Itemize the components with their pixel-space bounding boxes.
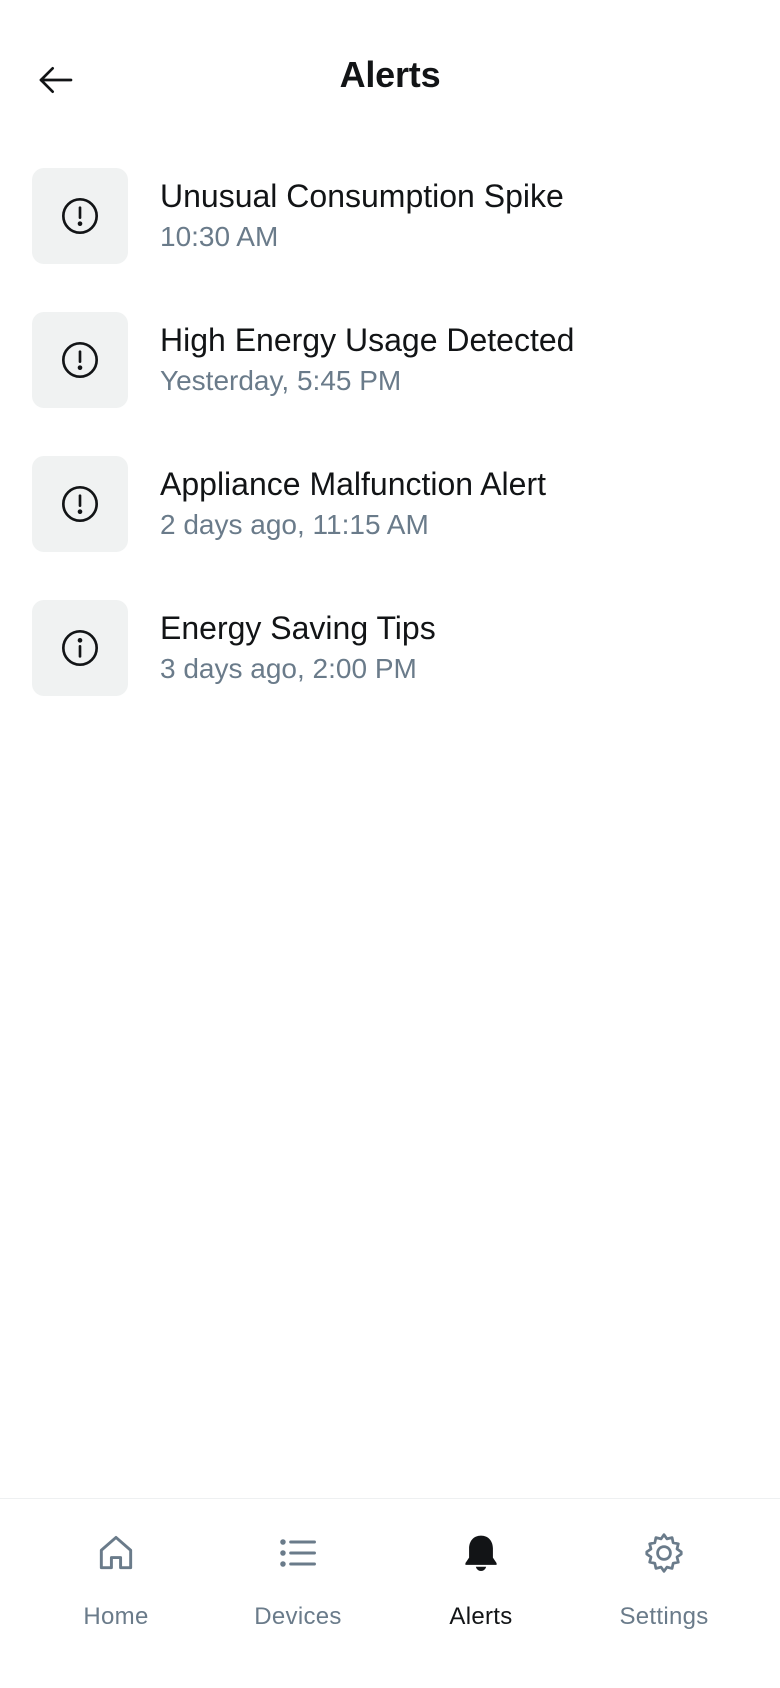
- nav-label-home: Home: [83, 1603, 149, 1630]
- alert-title: Energy Saving Tips: [160, 610, 436, 646]
- exclamation-circle-icon: [62, 198, 98, 234]
- nav-label-devices: Devices: [254, 1603, 342, 1630]
- nav-label-alerts: Alerts: [449, 1603, 513, 1630]
- nav-item-devices[interactable]: Devices: [218, 1529, 378, 1631]
- alert-title: High Energy Usage Detected: [160, 322, 575, 358]
- exclamation-circle-icon: [62, 342, 98, 378]
- alert-time: Yesterday, 5:45 PM: [160, 365, 402, 396]
- alert-icon-box: [32, 600, 128, 696]
- alert-title: Unusual Consumption Spike: [160, 178, 564, 214]
- alert-item[interactable]: Energy Saving Tips 3 days ago, 2:00 PM: [32, 600, 748, 696]
- bottom-nav: Home Devices Alerts Settings: [0, 1498, 780, 1688]
- nav-item-home[interactable]: Home: [36, 1529, 196, 1631]
- alert-time: 3 days ago, 2:00 PM: [160, 653, 417, 684]
- alert-icon-box: [32, 456, 128, 552]
- gear-icon: [640, 1529, 688, 1577]
- alert-title: Appliance Malfunction Alert: [160, 466, 546, 502]
- alert-icon-box: [32, 168, 128, 264]
- alert-item[interactable]: Appliance Malfunction Alert 2 days ago, …: [32, 456, 748, 552]
- nav-item-settings[interactable]: Settings: [584, 1529, 744, 1631]
- alert-text: Unusual Consumption Spike 10:30 AM: [160, 176, 564, 256]
- info-circle-icon: [62, 630, 98, 666]
- nav-label-settings: Settings: [619, 1603, 709, 1630]
- list-icon: [274, 1529, 322, 1577]
- alert-time: 2 days ago, 11:15 AM: [160, 509, 429, 540]
- alert-text: Energy Saving Tips 3 days ago, 2:00 PM: [160, 608, 436, 688]
- alert-item[interactable]: High Energy Usage Detected Yesterday, 5:…: [32, 312, 748, 408]
- alert-text: Appliance Malfunction Alert 2 days ago, …: [160, 464, 546, 544]
- exclamation-circle-icon: [62, 486, 98, 522]
- nav-item-alerts[interactable]: Alerts: [401, 1529, 561, 1631]
- house-icon: [92, 1529, 140, 1577]
- alert-time: 10:30 AM: [160, 221, 279, 252]
- header: Alerts: [0, 0, 780, 156]
- page-title: Alerts: [339, 54, 441, 95]
- alert-item[interactable]: Unusual Consumption Spike 10:30 AM: [32, 168, 748, 264]
- bell-icon: [457, 1529, 505, 1577]
- alerts-list: Unusual Consumption Spike 10:30 AM High …: [32, 168, 748, 744]
- alert-icon-box: [32, 312, 128, 408]
- alert-text: High Energy Usage Detected Yesterday, 5:…: [160, 320, 574, 400]
- alerts-screen: Alerts Unusual Consumption Spike 10:30 A…: [0, 0, 780, 1688]
